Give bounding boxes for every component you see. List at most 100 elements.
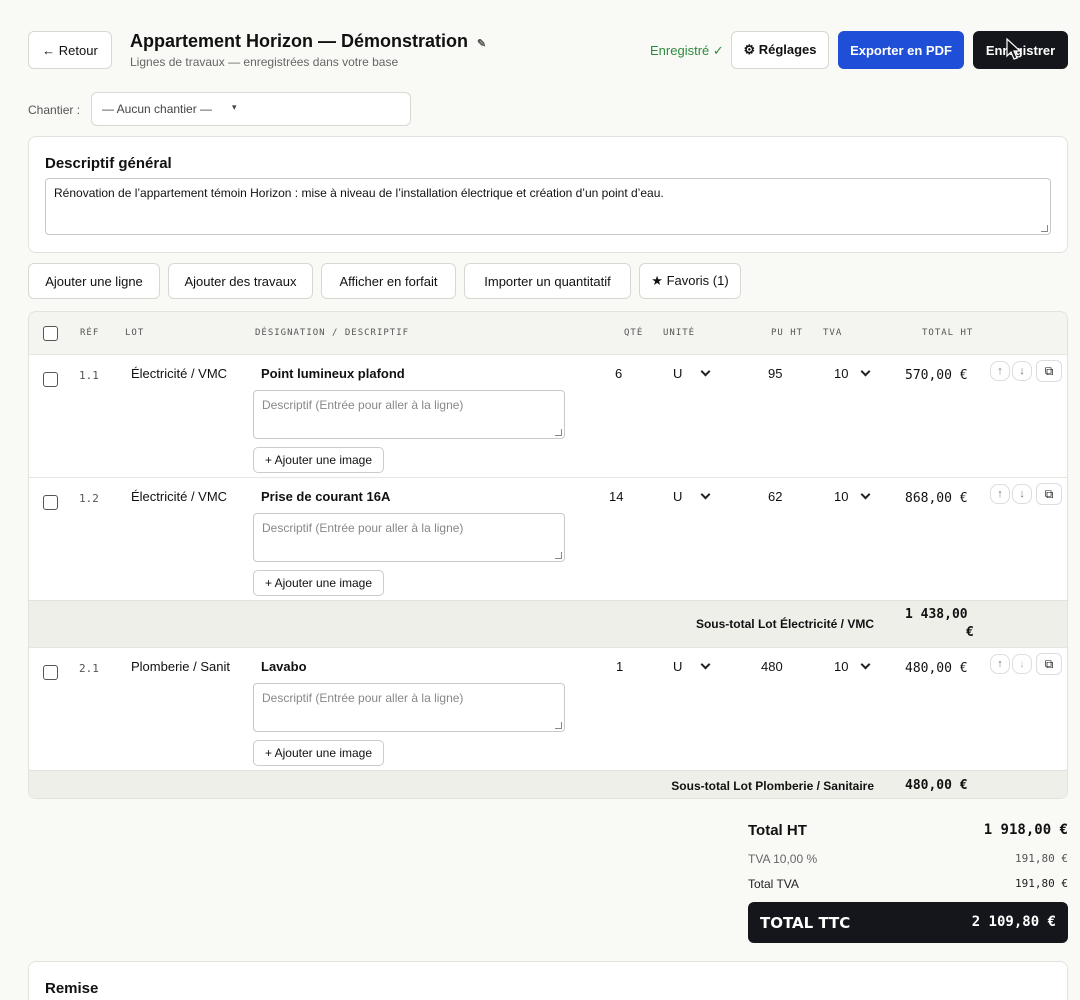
remise-title: Remise bbox=[45, 980, 99, 997]
row-checkbox[interactable] bbox=[43, 372, 58, 387]
row-unit[interactable]: U bbox=[673, 366, 682, 381]
favorites-button[interactable]: ★ Favoris (1) bbox=[639, 263, 741, 299]
row-tva[interactable]: 10 bbox=[834, 659, 848, 674]
chantier-label: Chantier : bbox=[28, 103, 81, 117]
descriptif-placeholder: Descriptif (Entrée pour aller à la ligne… bbox=[262, 521, 464, 535]
row-qty[interactable]: 6 bbox=[615, 366, 622, 381]
chevron-down-icon[interactable] bbox=[860, 366, 871, 377]
row-tva[interactable]: 10 bbox=[834, 366, 848, 381]
page-title: Appartement Horizon — Démonstration ✎ bbox=[130, 31, 486, 52]
header-pu: PU HT bbox=[771, 328, 804, 338]
page-title-text: Appartement Horizon — Démonstration bbox=[130, 31, 469, 51]
row-unit[interactable]: U bbox=[673, 659, 682, 674]
add-image-button[interactable]: + Ajouter une image bbox=[253, 740, 384, 766]
add-image-button[interactable]: + Ajouter une image bbox=[253, 570, 384, 596]
settings-button[interactable]: ⚙ Réglages bbox=[731, 31, 829, 69]
lines-table: RÉF LOT DÉSIGNATION / DESCRIPTIF QTÉ UNI… bbox=[28, 311, 1068, 799]
subtotal-value: 480,00 € bbox=[905, 778, 968, 793]
row-pu[interactable]: 480 bbox=[761, 659, 783, 674]
select-all-checkbox[interactable] bbox=[43, 326, 58, 341]
export-pdf-button[interactable]: Exporter en PDF bbox=[838, 31, 964, 69]
descriptif-placeholder: Descriptif (Entrée pour aller à la ligne… bbox=[262, 691, 464, 705]
chantier-select[interactable]: — Aucun chantier — ▾ bbox=[91, 92, 411, 126]
save-status: Enregistré ✓ bbox=[650, 43, 724, 58]
tva-rate-label: TVA 10,00 % bbox=[748, 852, 818, 866]
add-line-button[interactable]: Ajouter une ligne bbox=[28, 263, 160, 299]
row-descriptif-textarea[interactable]: Descriptif (Entrée pour aller à la ligne… bbox=[253, 683, 565, 732]
subtotal-label: Sous-total Lot Plomberie / Sanitaire bbox=[671, 779, 874, 793]
row-tva[interactable]: 10 bbox=[834, 489, 848, 504]
chevron-down-icon[interactable] bbox=[700, 366, 711, 377]
forfait-button[interactable]: Afficher en forfait bbox=[321, 263, 456, 299]
duplicate-icon[interactable]: ⧉ bbox=[1036, 360, 1062, 382]
header-qty: QTÉ bbox=[624, 328, 644, 338]
header-ref: RÉF bbox=[80, 328, 100, 338]
chevron-down-icon[interactable] bbox=[700, 489, 711, 500]
move-up-icon[interactable]: ↑ bbox=[990, 484, 1010, 504]
row-ref: 1.1 bbox=[79, 369, 99, 382]
table-header: RÉF LOT DÉSIGNATION / DESCRIPTIF QTÉ UNI… bbox=[29, 312, 1067, 354]
row-checkbox[interactable] bbox=[43, 495, 58, 510]
descriptif-card: Descriptif général Rénovation de l’appar… bbox=[28, 136, 1068, 253]
header-total: TOTAL HT bbox=[922, 328, 974, 338]
row-ref: 1.2 bbox=[79, 492, 99, 505]
import-button[interactable]: Importer un quantitatif bbox=[464, 263, 631, 299]
subtotal-currency: € bbox=[966, 625, 974, 640]
row-descriptif-textarea[interactable]: Descriptif (Entrée pour aller à la ligne… bbox=[253, 513, 565, 562]
row-designation[interactable]: Lavabo bbox=[261, 659, 307, 674]
tva-rate-value: 191,80 € bbox=[1015, 852, 1068, 865]
tva-total-value: 191,80 € bbox=[1015, 877, 1068, 890]
row-lot[interactable]: Électricité / VMC bbox=[131, 366, 241, 381]
move-up-icon[interactable]: ↑ bbox=[990, 654, 1010, 674]
descriptif-title: Descriptif général bbox=[45, 155, 172, 172]
row-pu[interactable]: 95 bbox=[768, 366, 782, 381]
duplicate-icon[interactable]: ⧉ bbox=[1036, 483, 1062, 505]
row-qty[interactable]: 14 bbox=[609, 489, 623, 504]
row-ref: 2.1 bbox=[79, 662, 99, 675]
subtotal-label: Sous-total Lot Électricité / VMC bbox=[695, 617, 874, 631]
row-lot[interactable]: Électricité / VMC bbox=[131, 489, 241, 504]
header-designation: DÉSIGNATION / DESCRIPTIF bbox=[255, 328, 410, 338]
total-ttc-value: 2 109,80 € bbox=[971, 914, 1056, 930]
header-lot: LOT bbox=[125, 328, 145, 338]
header-tva: TVA bbox=[823, 328, 843, 338]
subtotal-row: Sous-total Lot Plomberie / Sanitaire 480… bbox=[29, 770, 1067, 798]
table-row: 1.1 Électricité / VMC Point lumineux pla… bbox=[29, 354, 1067, 477]
pencil-icon[interactable]: ✎ bbox=[477, 38, 486, 50]
header-unit: UNITÉ bbox=[663, 328, 696, 338]
move-up-icon[interactable]: ↑ bbox=[990, 361, 1010, 381]
row-lot[interactable]: Plomberie / Sanit bbox=[131, 659, 231, 674]
subtotal-row: Sous-total Lot Électricité / VMC 1 438,0… bbox=[29, 600, 1067, 647]
mouse-cursor-icon bbox=[1006, 38, 1022, 60]
subtotal-value: 1 438,00 bbox=[905, 607, 968, 622]
row-total: 570,00 € bbox=[905, 368, 968, 383]
add-works-button[interactable]: Ajouter des travaux bbox=[168, 263, 313, 299]
descriptif-placeholder: Descriptif (Entrée pour aller à la ligne… bbox=[262, 398, 464, 412]
remise-card: Remise bbox=[28, 961, 1068, 1000]
row-pu[interactable]: 62 bbox=[768, 489, 782, 504]
row-designation[interactable]: Prise de courant 16A bbox=[261, 489, 390, 504]
total-ttc-label: TOTAL TTC bbox=[760, 914, 851, 932]
total-ht-value: 1 918,00 € bbox=[983, 822, 1068, 838]
chevron-down-icon[interactable] bbox=[860, 489, 871, 500]
add-image-button[interactable]: + Ajouter une image bbox=[253, 447, 384, 473]
chevron-down-icon[interactable] bbox=[860, 659, 871, 670]
row-designation[interactable]: Point lumineux plafond bbox=[261, 366, 405, 381]
move-down-icon[interactable]: ↓ bbox=[1012, 361, 1032, 381]
move-down-icon[interactable]: ↓ bbox=[1012, 654, 1032, 674]
chevron-down-icon[interactable] bbox=[700, 659, 711, 670]
row-total: 480,00 € bbox=[905, 661, 968, 676]
total-ttc-box: TOTAL TTC 2 109,80 € bbox=[748, 902, 1068, 943]
page-subtitle: Lignes de travaux — enregistrées dans vo… bbox=[130, 55, 399, 69]
back-button[interactable]: ← Retour bbox=[28, 31, 112, 69]
row-qty[interactable]: 1 bbox=[616, 659, 623, 674]
descriptif-textarea[interactable]: Rénovation de l’appartement témoin Horiz… bbox=[45, 178, 1051, 235]
total-ht-label: Total HT bbox=[748, 822, 807, 839]
row-descriptif-textarea[interactable]: Descriptif (Entrée pour aller à la ligne… bbox=[253, 390, 565, 439]
move-down-icon[interactable]: ↓ bbox=[1012, 484, 1032, 504]
row-checkbox[interactable] bbox=[43, 665, 58, 680]
row-total: 868,00 € bbox=[905, 491, 968, 506]
duplicate-icon[interactable]: ⧉ bbox=[1036, 653, 1062, 675]
row-unit[interactable]: U bbox=[673, 489, 682, 504]
chantier-selected: — Aucun chantier — bbox=[102, 102, 213, 116]
